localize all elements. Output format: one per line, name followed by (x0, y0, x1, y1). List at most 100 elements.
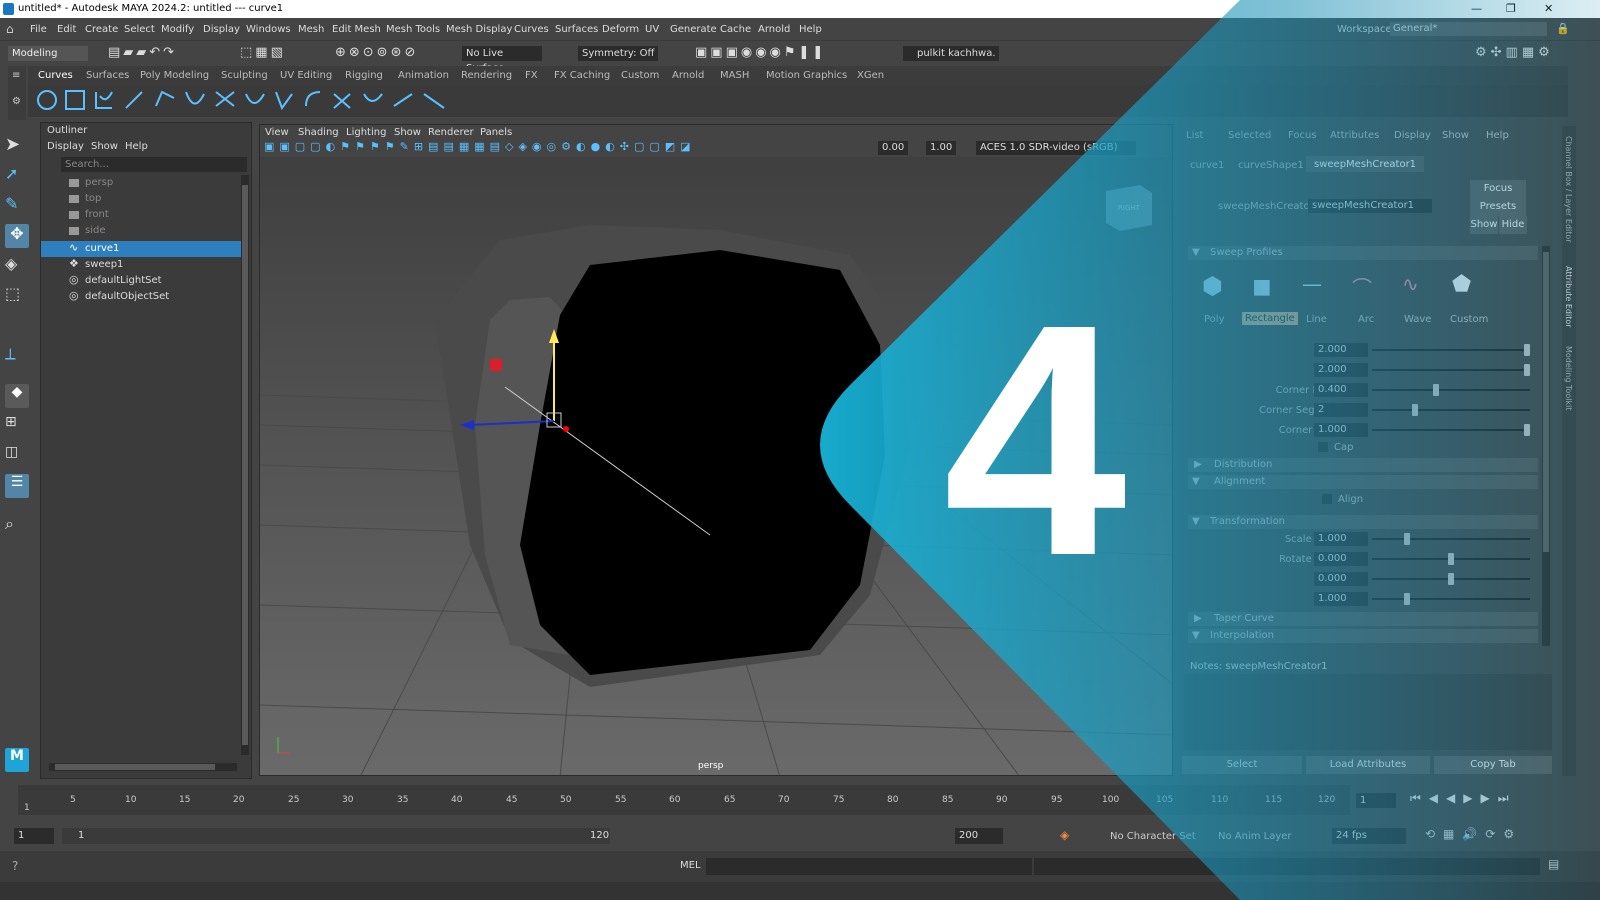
shelf-tab-poly-modeling[interactable]: Poly Modeling (140, 70, 209, 81)
corner-segments-slider[interactable] (1372, 404, 1530, 416)
side-tab-channel-box[interactable]: Channel Box / Layer Editor (1564, 136, 1573, 243)
menu-deform[interactable]: Deform (602, 24, 639, 35)
live-surface-field[interactable]: No Live Surface (462, 46, 542, 74)
height-field[interactable]: 2.000 (1314, 363, 1368, 377)
paint-select-icon[interactable]: ✎ (5, 194, 29, 218)
outliner-hscrollbar[interactable] (49, 763, 237, 771)
distribution-header[interactable]: ▶ Distribution (1188, 458, 1538, 472)
scroll-thumb[interactable] (242, 185, 248, 745)
menu-mesh[interactable]: Mesh (298, 24, 324, 35)
outliner-menu-display[interactable]: Display (47, 141, 84, 152)
search-icon[interactable]: ⌕ (5, 514, 29, 538)
menu-mesh-tools[interactable]: Mesh Tools (386, 24, 440, 35)
width-field[interactable]: 2.000 (1314, 343, 1368, 357)
sweep-profiles-header[interactable]: ▼ Sweep Profiles (1188, 246, 1538, 260)
scale-profile-slider[interactable] (1372, 533, 1530, 545)
start-time-field[interactable]: 1 (14, 828, 54, 844)
menu-icon[interactable]: ≡ (12, 70, 20, 81)
viewport-menu-shading[interactable]: Shading (298, 127, 339, 138)
viewport-menu-panels[interactable]: Panels (480, 127, 512, 138)
rotate-profile-field[interactable]: 0.000 (1314, 552, 1368, 566)
menu-windows[interactable]: Windows (246, 24, 291, 35)
ae-tab-sweepmeshcreator1[interactable]: sweepMeshCreator1 (1306, 156, 1425, 172)
corner-radius-slider[interactable] (1372, 384, 1530, 396)
move-tool-icon[interactable]: ✥ (5, 224, 29, 248)
corner-segments-slider-knob[interactable] (1412, 404, 1418, 416)
render-icons[interactable]: ▣▣▣◉◉◉⚑❚❚ (695, 45, 865, 61)
taper-curve-header[interactable]: ▶ Taper Curve (1188, 612, 1538, 626)
layout-icons[interactable]: ⚙✣▥▦⚙ (1475, 45, 1565, 61)
ae-menu-list[interactable]: List (1186, 130, 1203, 141)
corner-segments-field[interactable]: 2 (1314, 403, 1368, 417)
scale-profile-field[interactable]: 1.000 (1314, 532, 1368, 546)
select-button[interactable]: Select (1182, 756, 1302, 774)
outliner-item-front[interactable]: front (41, 207, 241, 223)
outliner-item-persp[interactable]: persp (41, 175, 241, 191)
height-slider-knob[interactable] (1524, 364, 1530, 376)
taper-slider-knob[interactable] (1404, 593, 1410, 605)
outliner-item-side[interactable]: side (41, 223, 241, 239)
viewport-menu-lighting[interactable]: Lighting (346, 127, 386, 138)
twist-slider[interactable] (1372, 573, 1530, 585)
last-tool-icon[interactable]: ⟂ (5, 344, 29, 368)
menu-mesh-display[interactable]: Mesh Display (446, 24, 512, 35)
presets-button[interactable]: Presets (1470, 198, 1526, 216)
shelf-tab-arnold[interactable]: Arnold (672, 70, 704, 81)
workspace-select[interactable]: General* (1390, 22, 1547, 36)
menu-curves[interactable]: Curves (514, 24, 549, 35)
corner-depth-slider[interactable] (1372, 424, 1530, 436)
character-set-select[interactable]: No Character Set (1110, 831, 1196, 842)
notes-textarea[interactable] (1184, 674, 1552, 750)
ae-tab-curveshape1[interactable]: curveShape1 (1238, 160, 1304, 171)
menu-uv[interactable]: UV (645, 24, 659, 35)
menu-modify[interactable]: Modify (161, 24, 194, 35)
menu-arnold[interactable]: Arnold (758, 24, 790, 35)
range-bar[interactable]: 1 120 (62, 828, 610, 844)
shelf-tab-rendering[interactable]: Rendering (461, 70, 512, 81)
shelf-tab-xgen[interactable]: XGen (857, 70, 884, 81)
mode-select[interactable]: Modeling (8, 46, 88, 61)
restore-icon[interactable]: ❐ (1506, 2, 1516, 15)
rotate-profile-slider[interactable] (1372, 553, 1530, 565)
shelf-tab-uv-editing[interactable]: UV Editing (280, 70, 332, 81)
menu-help[interactable]: Help (799, 24, 822, 35)
lock-icon[interactable]: 🔒 (1556, 22, 1570, 35)
ae-scrollbar[interactable] (1542, 246, 1550, 646)
side-tab-modeling-toolkit[interactable]: Modeling Toolkit (1564, 346, 1573, 410)
four-view-icon[interactable]: ⊞ (5, 414, 29, 438)
corner-radius-slider-knob[interactable] (1433, 384, 1439, 396)
time-slider[interactable]: 1 5 10 15 20 25 30 35 40 45 50 55 60 65 … (0, 781, 1600, 821)
select-tool-icon[interactable]: ➤ (5, 134, 29, 158)
cap-checkbox[interactable] (1318, 442, 1328, 452)
profile-line[interactable]: — Line (1290, 266, 1338, 326)
shelf-tab-fx-caching[interactable]: FX Caching (554, 70, 610, 81)
viewport-menu-show[interactable]: Show (394, 127, 421, 138)
interpolation-header[interactable]: ▼ Interpolation (1188, 629, 1538, 643)
profile-wave[interactable]: ∿ Wave (1390, 266, 1438, 326)
shelf-tab-mash[interactable]: MASH (720, 70, 749, 81)
playback-options-icons[interactable]: ⟲▦🔊⟳⚙ (1425, 827, 1522, 841)
close-icon[interactable]: ✕ (1544, 2, 1553, 15)
align-checkbox[interactable] (1322, 494, 1332, 504)
playback-controls-icons[interactable]: ⏮◀◀▶▶⏭ (1410, 791, 1517, 806)
width-slider-knob[interactable] (1524, 344, 1530, 356)
outliner-item-top[interactable]: top (41, 191, 241, 207)
curve-tool-icons[interactable] (34, 86, 454, 116)
auto-key-icon[interactable]: ◈ (1060, 828, 1069, 842)
ae-tab-curve1[interactable]: curve1 (1190, 160, 1224, 171)
copy-tab-button[interactable]: Copy Tab (1434, 756, 1552, 774)
hide-button[interactable]: Hide (1499, 216, 1527, 234)
shelf-tab-rigging[interactable]: Rigging (345, 70, 383, 81)
ae-menu-show[interactable]: Show (1442, 130, 1469, 141)
colorspace-select[interactable]: ACES 1.0 SDR-video (sRGB) (976, 141, 1136, 155)
focus-button[interactable]: Focus (1470, 180, 1526, 198)
scale-profile-slider-knob[interactable] (1404, 533, 1410, 545)
command-input[interactable] (706, 858, 1032, 875)
outliner-item-defaultlightset[interactable]: ◎ defaultLightSet (41, 273, 241, 289)
script-editor-icon[interactable]: ▤ (1548, 857, 1559, 871)
scale-tool-icon[interactable]: ⬚ (5, 284, 29, 308)
end-time-field[interactable]: 200 (955, 828, 1003, 844)
shelf-tab-animation[interactable]: Animation (398, 70, 449, 81)
twist-slider-knob[interactable] (1448, 573, 1454, 585)
profile-custom[interactable]: ⬟ Custom (1440, 266, 1488, 326)
